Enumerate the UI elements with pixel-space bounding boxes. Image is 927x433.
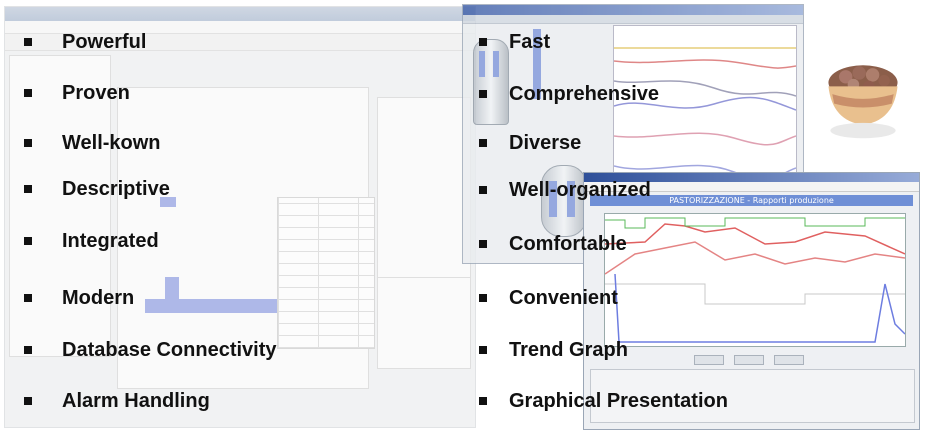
bullet-icon — [479, 240, 487, 248]
feature-label: Powerful — [62, 30, 147, 53]
dessert-cup-image — [828, 65, 898, 139]
feature-label: Descriptive — [62, 177, 170, 200]
feature-item: Powerful — [24, 30, 146, 54]
diagram-base — [145, 299, 280, 313]
feature-item: Proven — [24, 81, 130, 105]
feature-item: Diverse — [479, 131, 581, 155]
feature-label: Proven — [62, 81, 130, 104]
feature-label: Trend Graph — [509, 338, 628, 361]
feature-item: Comprehensive — [479, 82, 659, 106]
feature-item: Comfortable — [479, 232, 627, 256]
feature-label: Well-kown — [62, 131, 161, 154]
production-trend-plot — [604, 213, 906, 347]
bullet-icon — [479, 346, 487, 354]
feature-label: Graphical Presentation — [509, 389, 728, 412]
feature-item: Modern — [24, 286, 134, 310]
feature-item: Integrated — [24, 229, 159, 253]
bullet-icon — [24, 237, 32, 245]
window-titlebar — [5, 7, 475, 21]
feature-item: Convenient — [479, 286, 618, 310]
bullet-icon — [24, 89, 32, 97]
feature-item: Well-organized — [479, 178, 651, 202]
production-trend-lines — [604, 217, 906, 343]
feature-item: Fast — [479, 30, 550, 54]
feature-item: Trend Graph — [479, 338, 628, 362]
level-indicator — [493, 51, 499, 77]
feature-label: Comprehensive — [509, 82, 660, 105]
feature-item: Well-kown — [24, 131, 161, 155]
feature-item: Alarm Handling — [24, 389, 210, 413]
window-subbar — [463, 15, 803, 24]
bullet-icon — [24, 294, 32, 302]
bullet-icon — [479, 186, 487, 194]
bullet-icon — [479, 38, 487, 46]
window-titlebar — [463, 5, 803, 15]
preview-panel — [377, 277, 471, 369]
bullet-icon — [24, 346, 32, 354]
time-step-button[interactable] — [774, 355, 804, 365]
feature-slide: PASTORIZZAZIONE - Rapporti produzione Po… — [0, 0, 927, 433]
feature-label: Database Connectivity — [62, 338, 277, 361]
bullet-icon — [24, 38, 32, 46]
bullet-icon — [479, 294, 487, 302]
bullet-icon — [24, 139, 32, 147]
feature-label: Fast — [509, 30, 551, 53]
bullet-icon — [479, 90, 487, 98]
time-step-button[interactable] — [734, 355, 764, 365]
bullet-icon — [479, 139, 487, 147]
feature-item: Descriptive — [24, 177, 170, 201]
feature-label: Modern — [62, 286, 135, 309]
bullet-icon — [479, 397, 487, 405]
background-software-window — [4, 6, 476, 428]
feature-label: Convenient — [509, 286, 618, 309]
bullet-icon — [24, 185, 32, 193]
bullet-icon — [24, 397, 32, 405]
feature-label: Alarm Handling — [62, 389, 210, 412]
level-indicator — [479, 51, 485, 77]
feature-label: Well-organized — [509, 178, 651, 201]
feature-label: Integrated — [62, 229, 159, 252]
feature-label: Diverse — [509, 131, 582, 154]
feature-item: Database Connectivity — [24, 338, 277, 362]
properties-grid — [277, 197, 375, 349]
feature-label: Comfortable — [509, 232, 627, 255]
time-step-button[interactable] — [694, 355, 724, 365]
feature-item: Graphical Presentation — [479, 389, 728, 413]
